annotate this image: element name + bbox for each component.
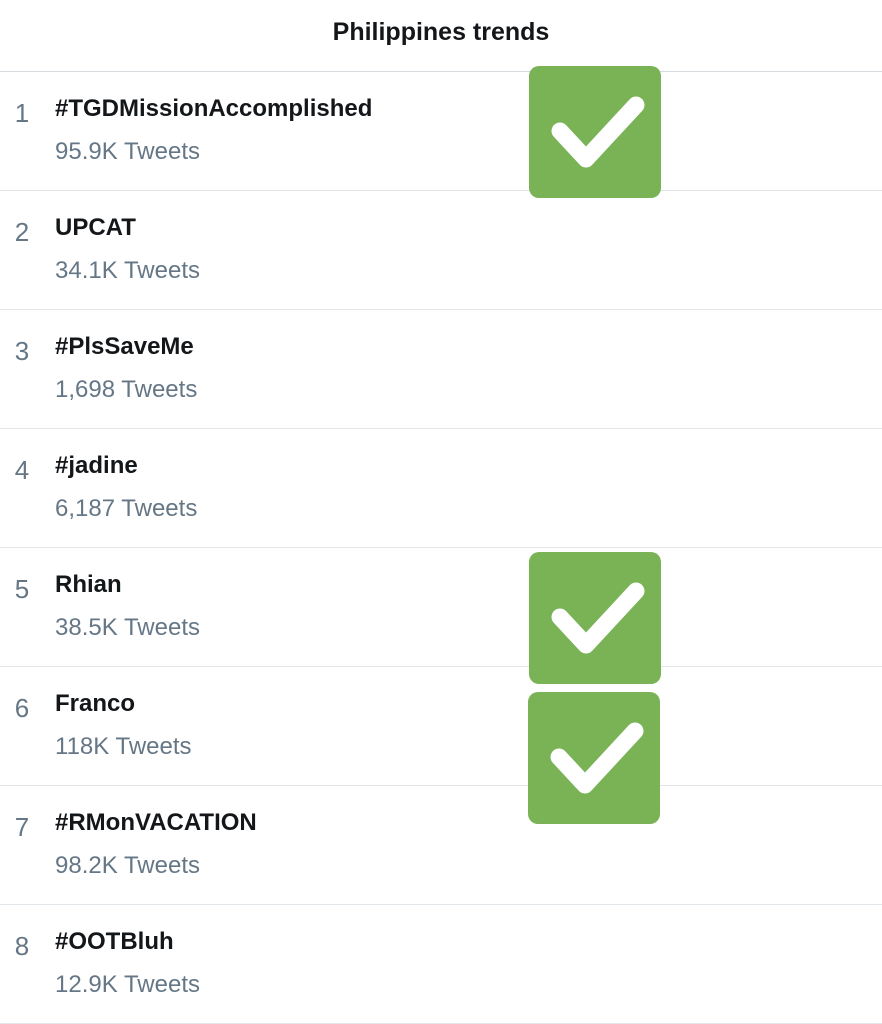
- trend-name[interactable]: #RMonVACATION: [55, 809, 257, 837]
- trend-tweet-count: 12.9K Tweets: [55, 971, 200, 998]
- trend-row-1[interactable]: 1 #TGDMissionAccomplished 95.9K Tweets: [0, 72, 882, 191]
- trend-rank: 1: [14, 98, 30, 128]
- checkmark-icon-glyph: [551, 96, 645, 168]
- checkmark-icon-glyph: [550, 722, 644, 794]
- checkmark-icon: [529, 552, 661, 684]
- trend-tweet-count: 118K Tweets: [55, 733, 192, 760]
- trend-rank: 5: [14, 574, 30, 604]
- trends-header: Philippines trends: [0, 0, 882, 72]
- page-title: Philippines trends: [332, 18, 550, 46]
- trend-name[interactable]: UPCAT: [55, 214, 136, 242]
- checkmark-icon-glyph: [551, 582, 645, 654]
- trend-name[interactable]: Rhian: [55, 571, 122, 599]
- trend-row-4[interactable]: 4 #jadine 6,187 Tweets: [0, 429, 882, 548]
- trend-row-7[interactable]: 7 #RMonVACATION 98.2K Tweets: [0, 786, 882, 905]
- trend-rank: 4: [14, 455, 30, 485]
- trend-rank: 2: [14, 217, 30, 247]
- trend-tweet-count: 98.2K Tweets: [55, 852, 200, 879]
- trend-list: 1 #TGDMissionAccomplished 95.9K Tweets 2…: [0, 72, 882, 1024]
- checkmark-icon: [529, 66, 661, 198]
- trend-tweet-count: 6,187 Tweets: [55, 495, 198, 522]
- trend-name[interactable]: #PlsSaveMe: [55, 333, 194, 361]
- trend-rank: 8: [14, 931, 30, 961]
- trend-row-3[interactable]: 3 #PlsSaveMe 1,698 Tweets: [0, 310, 882, 429]
- trend-rank: 7: [14, 812, 30, 842]
- trend-name[interactable]: Franco: [55, 690, 135, 718]
- trend-tweet-count: 95.9K Tweets: [55, 138, 200, 165]
- trend-tweet-count: 38.5K Tweets: [55, 614, 200, 641]
- trend-name[interactable]: #TGDMissionAccomplished: [55, 95, 372, 123]
- trend-tweet-count: 1,698 Tweets: [55, 376, 198, 403]
- trend-row-2[interactable]: 2 UPCAT 34.1K Tweets: [0, 191, 882, 310]
- trend-row-5[interactable]: 5 Rhian 38.5K Tweets: [0, 548, 882, 667]
- trend-rank: 6: [14, 693, 30, 723]
- trend-rank: 3: [14, 336, 30, 366]
- trend-row-6[interactable]: 6 Franco 118K Tweets: [0, 667, 882, 786]
- checkmark-icon: [528, 692, 660, 824]
- trend-name[interactable]: #OOTBluh: [55, 928, 174, 956]
- trend-tweet-count: 34.1K Tweets: [55, 257, 200, 284]
- trend-name[interactable]: #jadine: [55, 452, 138, 480]
- trend-row-8[interactable]: 8 #OOTBluh 12.9K Tweets: [0, 905, 882, 1024]
